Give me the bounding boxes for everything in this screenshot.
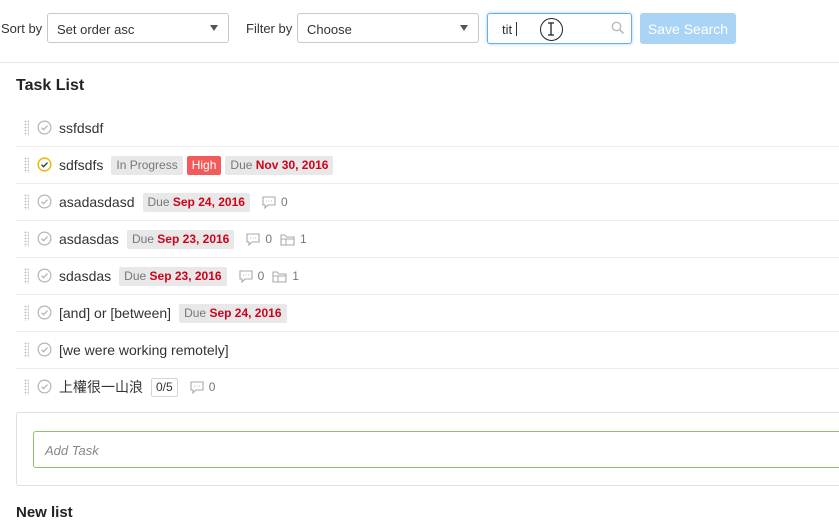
task-name[interactable]: asdasdas: [59, 231, 119, 247]
sort-label: Sort by: [1, 21, 43, 36]
due-badge: Due Sep 23, 2016: [126, 229, 235, 249]
filter-label: Filter by: [246, 21, 293, 36]
search-icon[interactable]: [611, 21, 625, 40]
files-count: 1: [280, 232, 307, 246]
due-prefix: Due: [184, 305, 207, 320]
filter-select[interactable]: Choose: [297, 13, 479, 43]
comments-count-value: 0: [208, 380, 216, 394]
list-title: Task List: [16, 77, 85, 94]
comments-count-value: 0: [265, 232, 273, 246]
comments-count: 0: [190, 380, 216, 394]
chevron-down-icon: [210, 25, 218, 31]
due-badge: Due Sep 24, 2016: [142, 192, 250, 212]
due-badge: Due Nov 30, 2016: [225, 155, 334, 175]
task-name[interactable]: [and] or [between]: [59, 305, 171, 321]
due-prefix: Due: [131, 231, 154, 246]
check-circle-icon[interactable]: [37, 157, 52, 172]
drag-handle-icon[interactable]: [24, 342, 29, 358]
add-task-placeholder: Add Task: [45, 443, 99, 458]
comment-icon: [262, 195, 276, 209]
comments-count: 0: [262, 195, 288, 209]
check-circle-icon[interactable]: [37, 379, 52, 394]
add-task-panel: Add Task: [16, 412, 839, 486]
task-name[interactable]: sdfsdfs: [59, 157, 103, 173]
task-row[interactable]: sdasdas Due Sep 23, 2016 0 1: [16, 258, 839, 295]
checklist-badge: 0/5: [151, 377, 178, 397]
drag-handle-icon[interactable]: [24, 268, 29, 284]
task-name[interactable]: [we were working remotely]: [59, 342, 229, 358]
task-list: ssfdsdf sdfsdfs In Progress High Due Nov…: [16, 110, 839, 406]
text-caret: [516, 22, 517, 36]
sort-select[interactable]: Set order asc: [47, 13, 229, 43]
files-count-value: 1: [292, 269, 299, 283]
check-circle-icon[interactable]: [37, 305, 52, 320]
folder-icon: [280, 233, 295, 246]
save-search-button[interactable]: Save Search: [640, 13, 736, 44]
drag-handle-icon[interactable]: [24, 305, 29, 321]
task-row[interactable]: [and] or [between] Due Sep 24, 2016: [16, 295, 839, 332]
next-list-title: New list: [16, 504, 73, 521]
due-date: Sep 24, 2016: [209, 305, 282, 320]
drag-handle-icon[interactable]: [24, 231, 29, 247]
check-circle-icon[interactable]: [37, 120, 52, 135]
task-name[interactable]: 上權很一山浪: [59, 377, 143, 397]
comments-count-value: 0: [257, 269, 265, 283]
due-badge: Due Sep 24, 2016: [179, 303, 287, 323]
drag-handle-icon[interactable]: [24, 194, 29, 210]
comments-count: 0: [239, 269, 265, 283]
due-prefix: Due: [230, 157, 253, 172]
comment-icon: [239, 269, 253, 283]
due-badge: Due Sep 23, 2016: [119, 266, 227, 286]
text-cursor-icon: [540, 18, 563, 41]
add-task-input[interactable]: Add Task: [33, 431, 839, 468]
task-row[interactable]: 上權很一山浪 0/5 0: [16, 369, 839, 406]
due-prefix: Due: [147, 194, 170, 209]
status-badge: In Progress: [111, 155, 183, 175]
check-circle-icon[interactable]: [37, 342, 52, 357]
check-circle-icon[interactable]: [37, 231, 52, 246]
task-row[interactable]: ssfdsdf: [16, 110, 839, 147]
drag-handle-icon[interactable]: [24, 379, 29, 395]
comments-count: 0: [246, 232, 272, 246]
check-circle-icon[interactable]: [37, 194, 52, 209]
task-name[interactable]: ssfdsdf: [59, 120, 103, 136]
check-circle-icon[interactable]: [37, 268, 52, 283]
chevron-down-icon: [460, 25, 468, 31]
task-row[interactable]: sdfsdfs In Progress High Due Nov 30, 201…: [16, 147, 839, 184]
search-input-value: tit: [502, 22, 513, 37]
files-count: 1: [272, 269, 299, 283]
due-date: Nov 30, 2016: [255, 157, 329, 172]
priority-badge: High: [186, 155, 222, 175]
toolbar: Sort by Set order asc Filter by Choose t…: [0, 0, 839, 63]
comment-icon: [246, 232, 260, 246]
due-date: Sep 24, 2016: [172, 194, 245, 209]
due-prefix: Due: [124, 268, 147, 283]
drag-handle-icon[interactable]: [24, 120, 29, 136]
filter-select-value: Choose: [307, 22, 352, 37]
comments-count-value: 0: [280, 195, 288, 209]
sort-select-value: Set order asc: [57, 22, 135, 37]
task-row[interactable]: [we were working remotely]: [16, 332, 839, 369]
comment-icon: [190, 380, 204, 394]
files-count-value: 1: [300, 232, 307, 246]
task-row[interactable]: asdasdas Due Sep 23, 2016 0 1: [16, 221, 839, 258]
task-row[interactable]: asadasdasd Due Sep 24, 2016 0: [16, 184, 839, 221]
due-date: Sep 23, 2016: [157, 231, 230, 246]
task-name[interactable]: asadasdasd: [59, 194, 135, 210]
task-name[interactable]: sdasdas: [59, 268, 111, 284]
folder-icon: [272, 270, 287, 283]
due-date: Sep 23, 2016: [149, 268, 222, 283]
drag-handle-icon[interactable]: [24, 157, 29, 173]
